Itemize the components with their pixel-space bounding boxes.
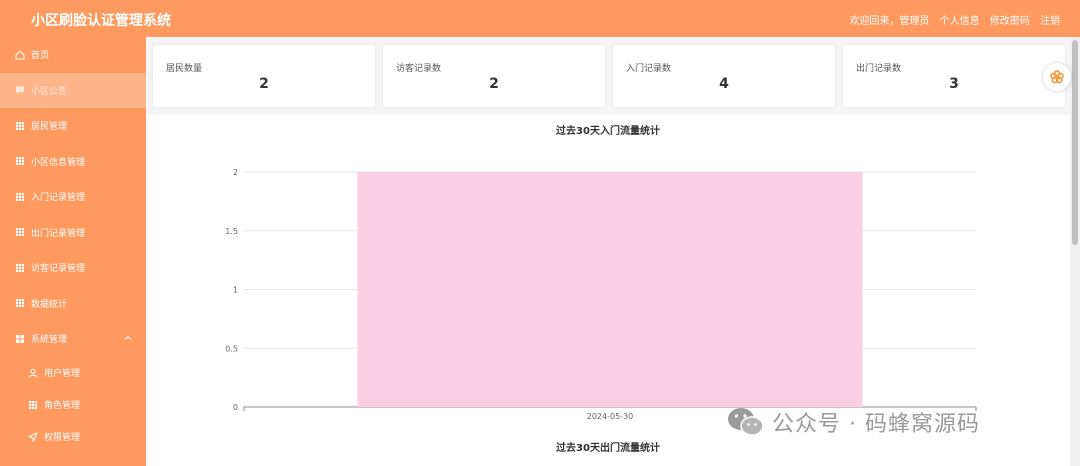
sidebar-item-roles[interactable]: 角色管理 xyxy=(0,389,146,421)
chevron-up-icon[interactable] xyxy=(124,334,132,342)
stat-card-residents: 居民数量 2 xyxy=(153,45,375,107)
sidebar-item-label: 系统管理 xyxy=(31,335,68,346)
stat-label: 居民数量 xyxy=(166,64,203,74)
sidebar-item-home[interactable]: 首页 xyxy=(0,37,146,73)
watermark: 公众号 · 码蜂窝源码 xyxy=(726,402,980,442)
sidebar-item-users[interactable]: 用户管理 xyxy=(0,357,146,389)
sidebar-item-label: 数据统计 xyxy=(31,299,68,310)
scrollbar-thumb[interactable] xyxy=(1072,40,1078,245)
stat-label: 入门记录数 xyxy=(626,64,672,74)
sidebar-item-system[interactable]: 系统管理 xyxy=(0,321,146,357)
sidebar-item-community-info[interactable]: 小区信息管理 xyxy=(0,144,146,180)
stat-card-entries: 入门记录数 4 xyxy=(613,45,835,107)
sidebar-item-notice[interactable]: 小区公告 xyxy=(0,72,146,108)
stats-cards: 居民数量 2 访客记录数 2 入门记录数 4 出门记录数 3 xyxy=(153,45,1067,107)
grid-icon xyxy=(15,156,25,166)
stat-card-exits: 出门记录数 3 xyxy=(843,45,1065,107)
send-icon xyxy=(28,432,38,442)
chart-bar xyxy=(357,172,863,407)
home-icon xyxy=(15,50,25,60)
sidebar-item-label: 角色管理 xyxy=(44,401,81,411)
stat-label: 访客记录数 xyxy=(396,64,442,74)
stat-value: 3 xyxy=(949,76,959,92)
sidebar-item-label: 小区信息管理 xyxy=(31,157,86,168)
user-icon xyxy=(28,368,38,378)
sidebar-item-exit-records[interactable]: 出门记录管理 xyxy=(0,215,146,251)
y-tick-label: 1.5 xyxy=(225,227,238,236)
top-bar: 小区刷脸认证管理系统 欢迎回来，管理员 个人信息 修改密码 注销 xyxy=(0,0,1080,37)
stat-label: 出门记录数 xyxy=(856,64,902,74)
profile-link[interactable]: 个人信息 xyxy=(940,16,980,27)
y-tick-label: 0.5 xyxy=(225,344,238,353)
watermark-text: 公众号 · 码蜂窝源码 xyxy=(772,412,980,437)
y-tick-label: 0 xyxy=(233,403,238,412)
stat-value: 4 xyxy=(719,76,729,92)
entry-chart: 0 0.5 1 1.5 2 2024-05-30 xyxy=(225,168,977,421)
message-icon xyxy=(15,85,25,95)
y-tick-label: 2 xyxy=(233,168,238,177)
change-password-link[interactable]: 修改密码 xyxy=(990,16,1030,27)
welcome-text: 欢迎回来，管理员 xyxy=(849,16,930,27)
sidebar-item-label: 小区公告 xyxy=(31,86,68,97)
sidebar-item-permissions[interactable]: 权限管理 xyxy=(0,421,146,453)
chart-title-entry: 过去30天入门流量统计 xyxy=(556,126,660,137)
grid-icon xyxy=(15,263,25,273)
sidebar-item-label: 首页 xyxy=(31,51,50,62)
apps-icon xyxy=(15,334,25,344)
sidebar-item-residents[interactable]: 居民管理 xyxy=(0,108,146,144)
floating-helper-button[interactable] xyxy=(1043,63,1071,91)
header-user-menu: 欢迎回来，管理员 个人信息 修改密码 注销 xyxy=(849,12,1060,27)
grid-icon xyxy=(15,298,25,308)
stat-value: 2 xyxy=(489,76,499,92)
x-tick-label: 2024-05-30 xyxy=(587,412,634,421)
sidebar-item-visitor-records[interactable]: 访客记录管理 xyxy=(0,250,146,286)
page-scrollbar[interactable] xyxy=(1070,37,1080,466)
grid-icon xyxy=(15,192,25,202)
flower-icon xyxy=(1050,70,1064,84)
grid-icon xyxy=(28,400,38,410)
grid-icon xyxy=(15,227,25,237)
sidebar-item-label: 居民管理 xyxy=(31,122,68,133)
wechat-icon xyxy=(728,408,764,436)
app-title: 小区刷脸认证管理系统 xyxy=(31,13,171,29)
sidebar-item-statistics[interactable]: 数据统计 xyxy=(0,286,146,322)
sidebar-item-label: 出门记录管理 xyxy=(31,228,86,239)
sidebar: 首页 小区公告 居民管理 小区信息管理 入门记录管理 出门记录管理 访客记录管理… xyxy=(0,37,146,466)
grid-icon xyxy=(15,121,25,131)
sidebar-item-entry-records[interactable]: 入门记录管理 xyxy=(0,179,146,215)
y-tick-label: 1 xyxy=(233,286,238,295)
stat-card-visitors: 访客记录数 2 xyxy=(383,45,605,107)
sidebar-item-label: 用户管理 xyxy=(44,369,81,379)
sidebar-item-label: 入门记录管理 xyxy=(31,193,86,204)
stat-value: 2 xyxy=(259,76,269,92)
logout-link[interactable]: 注销 xyxy=(1040,16,1060,27)
sidebar-item-label: 访客记录管理 xyxy=(31,264,86,275)
sidebar-item-label: 权限管理 xyxy=(44,433,81,443)
